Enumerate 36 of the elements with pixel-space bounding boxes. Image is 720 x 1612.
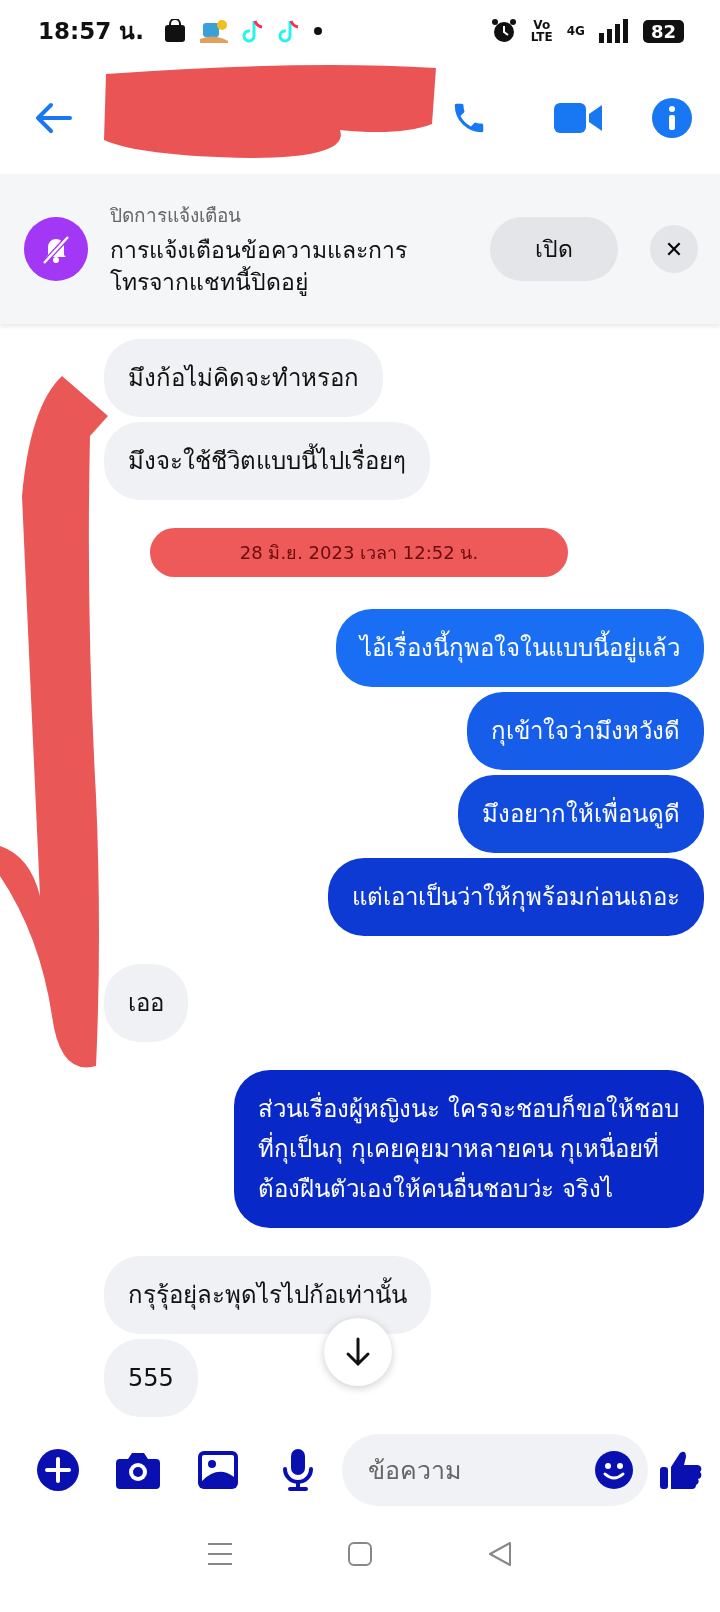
received-message: เออ	[104, 964, 188, 1042]
volte-label: Vo	[533, 19, 551, 31]
close-button[interactable]: ✕	[650, 225, 698, 273]
info-icon[interactable]	[652, 98, 692, 138]
received-message: 555	[104, 1339, 198, 1417]
music-note-icon	[277, 19, 300, 43]
video-camera-icon[interactable]	[554, 101, 602, 135]
message-field[interactable]: ข้อความ	[342, 1434, 648, 1506]
signal-icon	[598, 19, 629, 43]
back-triangle-icon[interactable]	[487, 1540, 513, 1567]
received-message: กรุรุ้อยุ่ละพุดไรไปก้อเท่านั้น	[104, 1256, 431, 1334]
emoji-icon[interactable]	[594, 1450, 634, 1490]
music-note-icon	[241, 19, 264, 43]
home-square-icon[interactable]	[347, 1540, 373, 1567]
menu-icon[interactable]	[207, 1541, 233, 1566]
banner-message: การแจ้งเตือนข้อความและการโทรจากแชทนี้ปิดอยู่	[110, 236, 408, 298]
network-label: 4G	[566, 25, 585, 37]
sent-message: แต่เอาเป็นว่าให้กุพร้อมก่อนเถอะ	[328, 858, 704, 936]
banner-title: ปิดการแจ้งเตือน	[110, 203, 242, 228]
sent-message: มึงอยากให้เพื่อนดูดี	[458, 775, 704, 853]
date-divider: 28 มิ.ย. 2023 เวลา 12:52 น.	[149, 528, 569, 577]
status-time: 18:57 น.	[38, 17, 144, 46]
sent-message: กุเข้าใจว่ามึงหวังดี	[467, 692, 704, 770]
volte-label: LTE	[530, 31, 553, 43]
back-arrow-icon[interactable]	[34, 102, 74, 134]
shopping-bag-icon	[163, 19, 186, 43]
alarm-clock-icon	[490, 18, 517, 44]
sent-message: ไอ้เรื่องนี้กุพอใจในแบบนี้อยู่แล้ว	[336, 609, 704, 687]
sent-message: ส่วนเรื่องผู้หญิงนะ ใครจะชอบก็ขอให้ชอบที่กุเป็นกุ กุเคยคุยมาหลายคน กุเหนื่อยที่ต้องฝืนตัวเองให้คนอื่นชอบว่ะ จริงไ	[234, 1070, 704, 1228]
dot-icon	[313, 27, 322, 35]
scroll-down-button[interactable]	[324, 1318, 392, 1386]
battery-level: 82	[642, 19, 684, 43]
arrow-down-icon	[345, 1337, 371, 1367]
received-message: มึงจะใช้ชีวิตแบบนี้ไปเรื่อยๆ	[104, 422, 430, 500]
turn-on-button[interactable]: เปิด	[490, 217, 618, 281]
received-message: มึงก้อไม่คิดจะทำหรอก	[104, 339, 383, 417]
